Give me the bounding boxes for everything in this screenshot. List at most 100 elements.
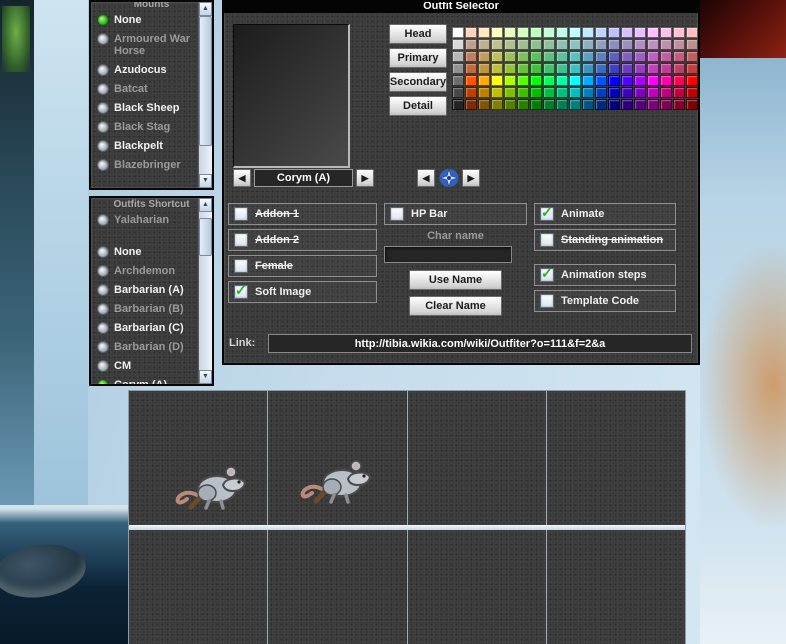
color-swatch[interactable] (569, 39, 581, 50)
color-swatch[interactable] (452, 99, 464, 110)
color-swatch[interactable] (595, 87, 607, 98)
color-swatch[interactable] (556, 63, 568, 74)
color-swatch[interactable] (465, 75, 477, 86)
scroll-down-button[interactable]: ▼ (199, 174, 212, 188)
color-swatch[interactable] (673, 63, 685, 74)
outfit-item-yalaharian[interactable]: Yalaharian (97, 214, 196, 226)
color-swatch[interactable] (647, 75, 659, 86)
color-swatch[interactable] (530, 27, 542, 38)
outfit-item-barbarian-c[interactable]: Barbarian (C) (97, 322, 196, 334)
color-swatch[interactable] (608, 39, 620, 50)
color-swatch[interactable] (452, 75, 464, 86)
color-swatch[interactable] (478, 87, 490, 98)
color-swatch[interactable] (595, 63, 607, 74)
color-swatch[interactable] (673, 75, 685, 86)
color-swatch[interactable] (608, 75, 620, 86)
color-swatch[interactable] (504, 75, 516, 86)
color-swatch[interactable] (517, 99, 529, 110)
color-swatch[interactable] (634, 75, 646, 86)
color-swatch[interactable] (621, 63, 633, 74)
color-swatch[interactable] (491, 99, 503, 110)
color-swatch[interactable] (673, 39, 685, 50)
color-swatch[interactable] (569, 51, 581, 62)
color-swatch[interactable] (647, 27, 659, 38)
color-swatch[interactable] (647, 39, 659, 50)
scrollbar-thumb[interactable] (199, 218, 212, 256)
color-swatch[interactable] (569, 75, 581, 86)
color-swatch[interactable] (569, 87, 581, 98)
color-swatch[interactable] (452, 51, 464, 62)
color-swatch[interactable] (452, 87, 464, 98)
color-swatch[interactable] (452, 39, 464, 50)
scroll-up-button[interactable]: ▲ (199, 198, 212, 212)
color-swatch[interactable] (569, 99, 581, 110)
color-swatch[interactable] (491, 51, 503, 62)
color-swatch[interactable] (660, 27, 672, 38)
color-swatch[interactable] (634, 27, 646, 38)
color-swatch[interactable] (595, 51, 607, 62)
color-swatch[interactable] (465, 27, 477, 38)
color-swatch[interactable] (595, 99, 607, 110)
color-swatch[interactable] (673, 99, 685, 110)
clear-name-button[interactable]: Clear Name (409, 296, 502, 316)
color-swatch[interactable] (595, 27, 607, 38)
color-swatch[interactable] (634, 39, 646, 50)
color-swatch[interactable] (686, 51, 698, 62)
primary-color-button[interactable]: Primary (389, 48, 447, 68)
color-swatch[interactable] (543, 51, 555, 62)
color-swatch[interactable] (530, 75, 542, 86)
mount-item-blackpelt[interactable]: Blackpelt (97, 140, 196, 152)
color-swatch[interactable] (582, 27, 594, 38)
color-swatch[interactable] (504, 39, 516, 50)
color-swatch[interactable] (504, 27, 516, 38)
color-swatch[interactable] (543, 99, 555, 110)
color-swatch[interactable] (556, 39, 568, 50)
template-code-checkbox[interactable]: Template Code (534, 290, 676, 312)
color-swatch[interactable] (543, 75, 555, 86)
color-swatch[interactable] (673, 87, 685, 98)
color-swatch[interactable] (686, 39, 698, 50)
color-swatch[interactable] (582, 51, 594, 62)
color-swatch[interactable] (686, 99, 698, 110)
mount-item-black-sheep[interactable]: Black Sheep (97, 102, 196, 114)
color-swatch[interactable] (673, 27, 685, 38)
animation-steps-checkbox[interactable]: Animation steps (534, 264, 676, 286)
color-swatch[interactable] (504, 51, 516, 62)
color-swatch[interactable] (491, 39, 503, 50)
color-swatch[interactable] (595, 75, 607, 86)
outfit-item-archdemon[interactable]: Archdemon (97, 265, 196, 277)
color-swatch[interactable] (621, 87, 633, 98)
color-swatch[interactable] (517, 75, 529, 86)
color-swatch[interactable] (556, 99, 568, 110)
secondary-color-button[interactable]: Secondary (389, 72, 447, 92)
color-swatch[interactable] (478, 51, 490, 62)
color-swatch[interactable] (491, 27, 503, 38)
color-swatch[interactable] (608, 51, 620, 62)
color-swatch[interactable] (478, 99, 490, 110)
color-swatch[interactable] (530, 99, 542, 110)
outfit-item-barbarian-d[interactable]: Barbarian (D) (97, 341, 196, 353)
color-swatch[interactable] (530, 39, 542, 50)
hp-bar-checkbox[interactable]: HP Bar (384, 203, 527, 225)
color-swatch[interactable] (569, 27, 581, 38)
color-swatch[interactable] (478, 63, 490, 74)
color-swatch[interactable] (465, 99, 477, 110)
color-swatch[interactable] (647, 99, 659, 110)
mount-item-batcat[interactable]: Batcat (97, 83, 196, 95)
color-swatch[interactable] (504, 63, 516, 74)
scrollbar-thumb[interactable] (199, 16, 212, 146)
mount-item-blazebringer[interactable]: Blazebringer (97, 159, 196, 171)
outfits-scrollbar[interactable]: ▲ ▼ (198, 198, 212, 384)
color-swatch[interactable] (543, 39, 555, 50)
color-swatch[interactable] (582, 75, 594, 86)
rotate-left-button[interactable]: ◀ (417, 169, 435, 187)
head-color-button[interactable]: Head (389, 24, 447, 44)
color-swatch[interactable] (647, 63, 659, 74)
color-swatch[interactable] (582, 63, 594, 74)
mounts-scrollbar[interactable]: ▲ ▼ (198, 2, 212, 188)
color-swatch[interactable] (608, 27, 620, 38)
scroll-up-button[interactable]: ▲ (199, 2, 212, 16)
color-swatch[interactable] (556, 27, 568, 38)
char-name-input[interactable] (384, 246, 512, 263)
animate-checkbox[interactable]: Animate (534, 203, 676, 225)
